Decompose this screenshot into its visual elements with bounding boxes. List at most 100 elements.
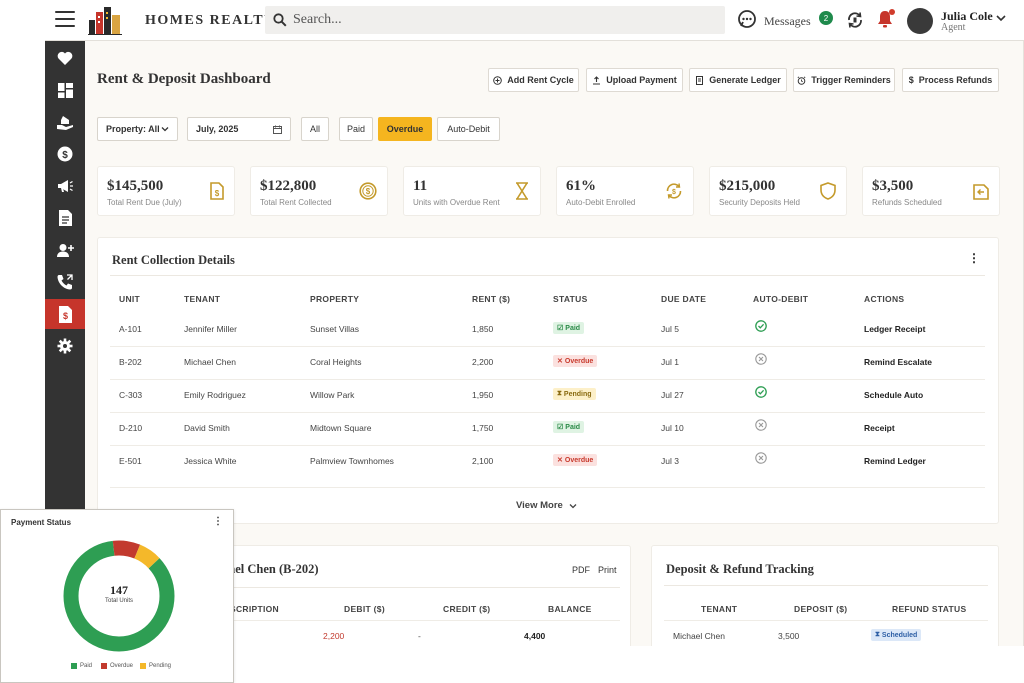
property-select-value: Property: All — [106, 124, 160, 134]
payment-status-widget: Payment Status ⋮ 147 Total Units Paid Ov… — [0, 509, 234, 683]
sidebar-item-documents[interactable] — [45, 203, 85, 233]
filter-chip-paid[interactable]: Paid — [339, 117, 373, 141]
generate-ledger-button[interactable]: Generate Ledger — [689, 68, 787, 92]
view-more-label: View More — [516, 500, 563, 511]
status-badge: ⧗ Scheduled — [871, 629, 922, 641]
sidebar-item-payments[interactable]: $ — [45, 139, 85, 169]
search-input[interactable] — [293, 12, 693, 28]
filter-chip-auto-debit[interactable]: Auto-Debit — [437, 117, 500, 141]
notification-dot — [889, 9, 895, 15]
rent-collection-card: Rent Collection Details ⋮ UNIT TENANT PR… — [97, 237, 999, 524]
kpi-value: 11 — [413, 178, 428, 194]
cell-property: Midtown Square — [310, 423, 372, 433]
cell-tenant: Emily Rodriguez — [184, 390, 246, 400]
user-add-icon — [56, 243, 74, 257]
kpi-value: $145,500 — [107, 178, 164, 194]
add-rent-cycle-button[interactable]: Add Rent Cycle — [488, 68, 579, 92]
legend-label: Overdue — [110, 663, 134, 669]
chat-bubble-icon — [738, 10, 756, 28]
status-badge: ⧗ Pending — [553, 388, 596, 400]
generate-ledger-label: Generate Ledger — [709, 75, 781, 85]
filter-chip-overdue[interactable]: Overdue — [378, 117, 432, 141]
divider — [110, 275, 985, 276]
trigger-reminders-button[interactable]: Trigger Reminders — [793, 68, 895, 92]
cell-property: Coral Heights — [310, 357, 362, 367]
menu-toggle-icon[interactable] — [55, 11, 75, 29]
page-title: Rent & Deposit Dashboard — [97, 71, 271, 87]
month-picker[interactable]: July, 2025 — [187, 117, 291, 141]
col-credit: CREDIT ($) — [443, 604, 491, 614]
cell-property: Willow Park — [310, 390, 355, 400]
coin-icon: $ — [359, 182, 377, 200]
cell-tenant: Jessica White — [184, 456, 237, 466]
document-icon — [58, 210, 72, 226]
pdf-button[interactable]: PDF — [572, 565, 590, 575]
col-status: STATUS — [553, 294, 588, 304]
sidebar-item-properties[interactable] — [45, 107, 85, 137]
check-icon: ☑ — [557, 325, 564, 332]
refund-icon — [973, 184, 989, 200]
avatar[interactable] — [907, 8, 933, 34]
upload-payment-button[interactable]: Upload Payment — [586, 68, 683, 92]
check-circle-icon — [755, 386, 767, 398]
filter-chip-all[interactable]: All — [301, 117, 329, 141]
chevron-down-icon[interactable] — [996, 14, 1006, 22]
print-button[interactable]: Print — [598, 565, 617, 575]
col-rent: RENT ($) — [472, 294, 511, 304]
status-badge: ☑ Paid — [553, 322, 585, 334]
hourglass-icon: ⧗ — [557, 390, 562, 397]
more-options-icon[interactable]: ⋮ — [968, 251, 980, 265]
sidebar-item-tenants[interactable] — [45, 235, 85, 265]
col-unit: UNIT — [119, 294, 141, 304]
kpi-units-overdue: 11 Units with Overdue Rent — [403, 166, 541, 216]
cell-unit: A-101 — [119, 324, 142, 334]
payment-status-title: Payment Status — [11, 518, 72, 527]
cell-unit: E-501 — [119, 456, 142, 466]
cell-tenant: David Smith — [184, 423, 230, 433]
status-text: Scheduled — [881, 631, 918, 639]
sidebar-item-favorites[interactable] — [45, 43, 85, 73]
process-refunds-button[interactable]: $ Process Refunds — [902, 68, 999, 92]
col-tenant: TENANT — [184, 294, 221, 304]
row-actions[interactable]: Remind Ledger — [864, 456, 926, 466]
kpi-value: 61% — [566, 178, 596, 194]
row-actions[interactable]: Ledger Receipt — [864, 324, 925, 334]
sidebar-item-dashboard[interactable] — [45, 75, 85, 105]
property-select[interactable]: Property: All — [97, 117, 178, 141]
sidebar-item-calls[interactable] — [45, 267, 85, 297]
status-text: Overdue — [564, 357, 594, 365]
row-actions[interactable]: Remind Escalate — [864, 357, 932, 367]
kpi-label: Auto-Debit Enrolled — [566, 198, 636, 207]
messages-button[interactable]: Messages — [737, 9, 811, 29]
cell-unit: D-210 — [119, 423, 143, 433]
sidebar-item-rent-deposit[interactable]: $ — [45, 299, 85, 329]
svg-text:$: $ — [62, 150, 68, 161]
kpi-label: Units with Overdue Rent — [413, 198, 500, 207]
row-actions[interactable]: Receipt — [864, 423, 895, 433]
chevron-down-icon — [161, 127, 169, 132]
kpi-label: Total Rent Collected — [260, 198, 332, 207]
search-bar[interactable] — [265, 6, 725, 34]
legend-paid: Paid — [71, 663, 92, 669]
home-hand-icon — [56, 115, 73, 130]
row-actions[interactable]: Schedule Auto — [864, 390, 923, 400]
ledger-title: hael Chen (B-202) — [222, 562, 319, 576]
sidebar-item-settings[interactable] — [45, 331, 85, 361]
view-more-button[interactable]: View More — [516, 500, 577, 511]
sync-icon[interactable] — [846, 11, 864, 29]
cell-due: Jul 10 — [661, 423, 684, 433]
legend-swatch — [71, 663, 77, 669]
gear-icon — [57, 338, 73, 354]
sidebar-item-marketing[interactable] — [45, 171, 85, 201]
top-bar: HOMES REALTY Messages 2 Julia Cole Agent — [45, 0, 1024, 41]
col-refund-status: REFUND STATUS — [892, 604, 967, 614]
month-picker-value: July, 2025 — [196, 124, 239, 134]
add-rent-cycle-label: Add Rent Cycle — [507, 75, 574, 85]
process-refunds-label: Process Refunds — [918, 75, 993, 85]
cell-rent: 2,200 — [472, 357, 494, 367]
kpi-label: Security Deposits Held — [719, 198, 800, 207]
more-options-icon[interactable]: ⋮ — [213, 516, 223, 527]
cell-rent: 1,850 — [472, 324, 494, 334]
cell-rent: 1,950 — [472, 390, 494, 400]
megaphone-icon — [57, 180, 73, 192]
